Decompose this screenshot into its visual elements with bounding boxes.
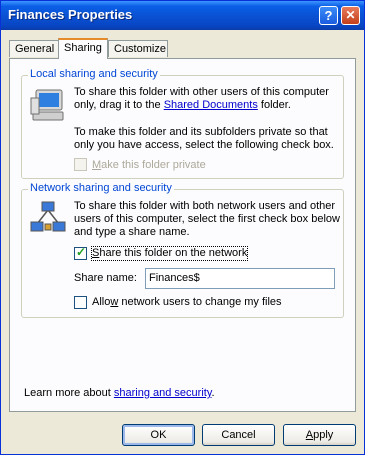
- network-sharing-group: Network sharing and security To share th…: [21, 182, 344, 318]
- learn-more-prefix: Learn more about: [24, 387, 114, 399]
- make-private-checkbox[interactable]: [74, 158, 87, 171]
- local-text-2-line-2: only you have access, select the followi…: [74, 139, 334, 151]
- local-text-1-line-2: only, drag it to the Shared Documents fo…: [74, 99, 291, 112]
- network-text-line-3: and type a share name.: [74, 226, 190, 238]
- cancel-button[interactable]: Cancel: [202, 424, 275, 446]
- tab-general[interactable]: General: [9, 40, 59, 57]
- learn-more-text: Learn more about sharing and security.: [24, 387, 215, 400]
- make-private-label: Make this folder private: [92, 159, 206, 171]
- allow-change-label: Allow network users to change my files: [92, 296, 282, 308]
- checkmark-icon: ✓: [76, 245, 87, 259]
- allow-change-checkbox[interactable]: [74, 296, 87, 309]
- learn-more-suffix: .: [211, 387, 215, 399]
- local-sharing-group: Local sharing and security To share this…: [21, 68, 344, 179]
- shared-documents-link[interactable]: Shared Documents: [164, 99, 258, 111]
- local-text-suffix: folder.: [257, 99, 291, 111]
- share-on-network-label: Share this folder on the network: [90, 246, 249, 261]
- close-button[interactable]: ✕: [341, 6, 360, 25]
- help-icon: ?: [324, 8, 333, 23]
- local-text-2-line-1: To make this folder and its subfolders p…: [74, 126, 328, 138]
- local-text-1-line-1: To share this folder with other users of…: [74, 86, 329, 98]
- computer-icon: [30, 89, 64, 121]
- ok-button[interactable]: OK: [122, 424, 195, 446]
- network-icon: [30, 201, 66, 232]
- local-sharing-legend: Local sharing and security: [28, 68, 160, 80]
- title-bar[interactable]: Finances Properties ? ✕: [1, 1, 364, 30]
- window-title: Finances Properties: [8, 7, 133, 22]
- sharing-security-link[interactable]: sharing and security: [114, 387, 212, 399]
- share-on-network-checkbox[interactable]: ✓: [74, 245, 87, 260]
- properties-dialog: Finances Properties ? ✕ General Sharing …: [0, 0, 365, 455]
- share-name-input[interactable]: Finances$: [145, 268, 335, 289]
- network-text-line-2: users of this computer, select the first…: [74, 213, 340, 225]
- network-sharing-legend: Network sharing and security: [28, 182, 174, 194]
- tab-sharing[interactable]: Sharing: [58, 38, 108, 59]
- apply-button[interactable]: Apply: [283, 424, 356, 446]
- close-icon: ✕: [345, 8, 356, 22]
- local-text-prefix: only, drag it to the: [74, 99, 164, 111]
- sharing-panel: Local sharing and security To share this…: [9, 58, 356, 412]
- tab-customize[interactable]: Customize: [108, 40, 168, 57]
- network-text-line-1: To share this folder with both network u…: [74, 200, 336, 212]
- share-name-label: Share name:: [74, 272, 137, 284]
- help-button[interactable]: ?: [319, 6, 338, 25]
